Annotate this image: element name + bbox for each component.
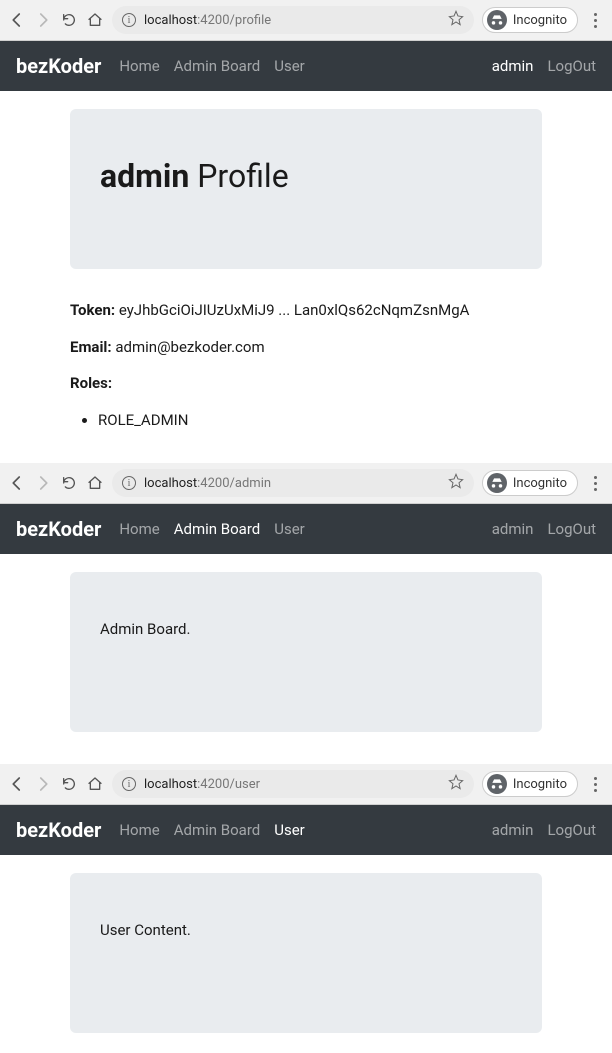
incognito-label: Incognito [513,777,567,792]
brand-logo[interactable]: bezKoder [16,517,101,541]
url-text: localhost:4200/profile [144,13,440,28]
token-label: Token: [70,301,115,319]
nav-admin-board[interactable]: Admin Board [174,821,261,839]
incognito-indicator[interactable]: Incognito [482,470,578,496]
forward-icon[interactable] [34,775,52,793]
browser-menu-icon[interactable] [586,777,604,792]
roles-row: Roles: [70,372,542,395]
reload-icon[interactable] [60,11,78,29]
screenshot-profile: i localhost:4200/profile Incognito bezKo… [0,0,612,451]
browser-menu-icon[interactable] [586,476,604,491]
screenshot-admin: i localhost:4200/admin Incognito bezKode… [0,463,612,752]
brand-logo[interactable]: bezKoder [16,54,101,78]
incognito-indicator[interactable]: Incognito [482,7,578,33]
site-info-icon[interactable]: i [122,476,136,490]
home-icon[interactable] [86,775,104,793]
nav-user[interactable]: User [274,520,305,538]
nav-links-left: Home Admin Board User [119,821,491,839]
nav-home[interactable]: Home [119,520,159,538]
forward-icon[interactable] [34,11,52,29]
bookmark-star-icon[interactable] [448,10,464,30]
profile-details: Token: eyJhbGciOiJIUzUxMiJ9 ... Lan0xlQs… [70,299,542,431]
page-title: admin Profile [100,157,512,195]
app-navbar: bezKoder Home Admin Board User admin Log… [0,805,612,855]
reload-icon[interactable] [60,775,78,793]
email-row: Email: admin@bezkoder.com [70,336,542,359]
page-body-admin: Admin Board. [0,572,612,752]
app-navbar: bezKoder Home Admin Board User admin Log… [0,504,612,554]
site-info-icon[interactable]: i [122,13,136,27]
nav-logout[interactable]: LogOut [547,821,596,839]
home-icon[interactable] [86,474,104,492]
reload-icon[interactable] [60,474,78,492]
brand-logo[interactable]: bezKoder [16,818,101,842]
incognito-indicator[interactable]: Incognito [482,771,578,797]
nav-user[interactable]: User [274,57,305,75]
url-text: localhost:4200/admin [144,476,440,491]
url-text: localhost:4200/user [144,777,440,792]
back-icon[interactable] [8,474,26,492]
user-panel: User Content. [70,873,542,1033]
app-navbar: bezKoder Home Admin Board User admin Log… [0,41,612,91]
nav-logout[interactable]: LogOut [547,57,596,75]
nav-links-right: admin LogOut [492,57,596,75]
nav-home[interactable]: Home [119,821,159,839]
incognito-icon [487,774,507,794]
roles-list: ROLE_ADMIN [98,409,542,432]
browser-toolbar: i localhost:4200/user Incognito [0,764,612,805]
browser-toolbar: i localhost:4200/admin Incognito [0,463,612,504]
nav-admin-board[interactable]: Admin Board [174,520,261,538]
forward-icon[interactable] [34,474,52,492]
incognito-label: Incognito [513,13,567,28]
roles-label: Roles: [70,374,112,392]
nav-logout[interactable]: LogOut [547,520,596,538]
bookmark-star-icon[interactable] [448,473,464,493]
admin-content-text: Admin Board. [100,620,512,638]
screenshot-user: i localhost:4200/user Incognito bezKoder… [0,764,612,1053]
site-info-icon[interactable]: i [122,777,136,791]
nav-username[interactable]: admin [492,821,534,839]
address-bar[interactable]: i localhost:4200/profile [112,6,474,34]
back-icon[interactable] [8,11,26,29]
nav-home[interactable]: Home [119,57,159,75]
address-bar[interactable]: i localhost:4200/user [112,770,474,798]
back-icon[interactable] [8,775,26,793]
profile-username: admin [100,157,189,195]
page-body-profile: admin Profile Token: eyJhbGciOiJIUzUxMiJ… [0,109,612,451]
home-icon[interactable] [86,11,104,29]
token-value: eyJhbGciOiJIUzUxMiJ9 ... Lan0xlQs62cNqmZ… [119,301,470,319]
token-row: Token: eyJhbGciOiJIUzUxMiJ9 ... Lan0xlQs… [70,299,542,322]
nav-username[interactable]: admin [492,520,534,538]
nav-links-left: Home Admin Board User [119,520,491,538]
profile-header-panel: admin Profile [70,109,542,269]
user-content-text: User Content. [100,921,512,939]
bookmark-star-icon[interactable] [448,774,464,794]
browser-toolbar: i localhost:4200/profile Incognito [0,0,612,41]
nav-links-right: admin LogOut [492,520,596,538]
admin-panel: Admin Board. [70,572,542,732]
nav-links-right: admin LogOut [492,821,596,839]
email-value: admin@bezkoder.com [115,338,264,356]
address-bar[interactable]: i localhost:4200/admin [112,469,474,497]
nav-user[interactable]: User [274,821,305,839]
email-label: Email: [70,338,112,356]
incognito-icon [487,473,507,493]
nav-links-left: Home Admin Board User [119,57,491,75]
role-item: ROLE_ADMIN [98,409,542,432]
incognito-label: Incognito [513,476,567,491]
page-body-user: User Content. [0,873,612,1053]
browser-menu-icon[interactable] [586,13,604,28]
incognito-icon [487,10,507,30]
nav-username[interactable]: admin [492,57,534,75]
nav-admin-board[interactable]: Admin Board [174,57,261,75]
